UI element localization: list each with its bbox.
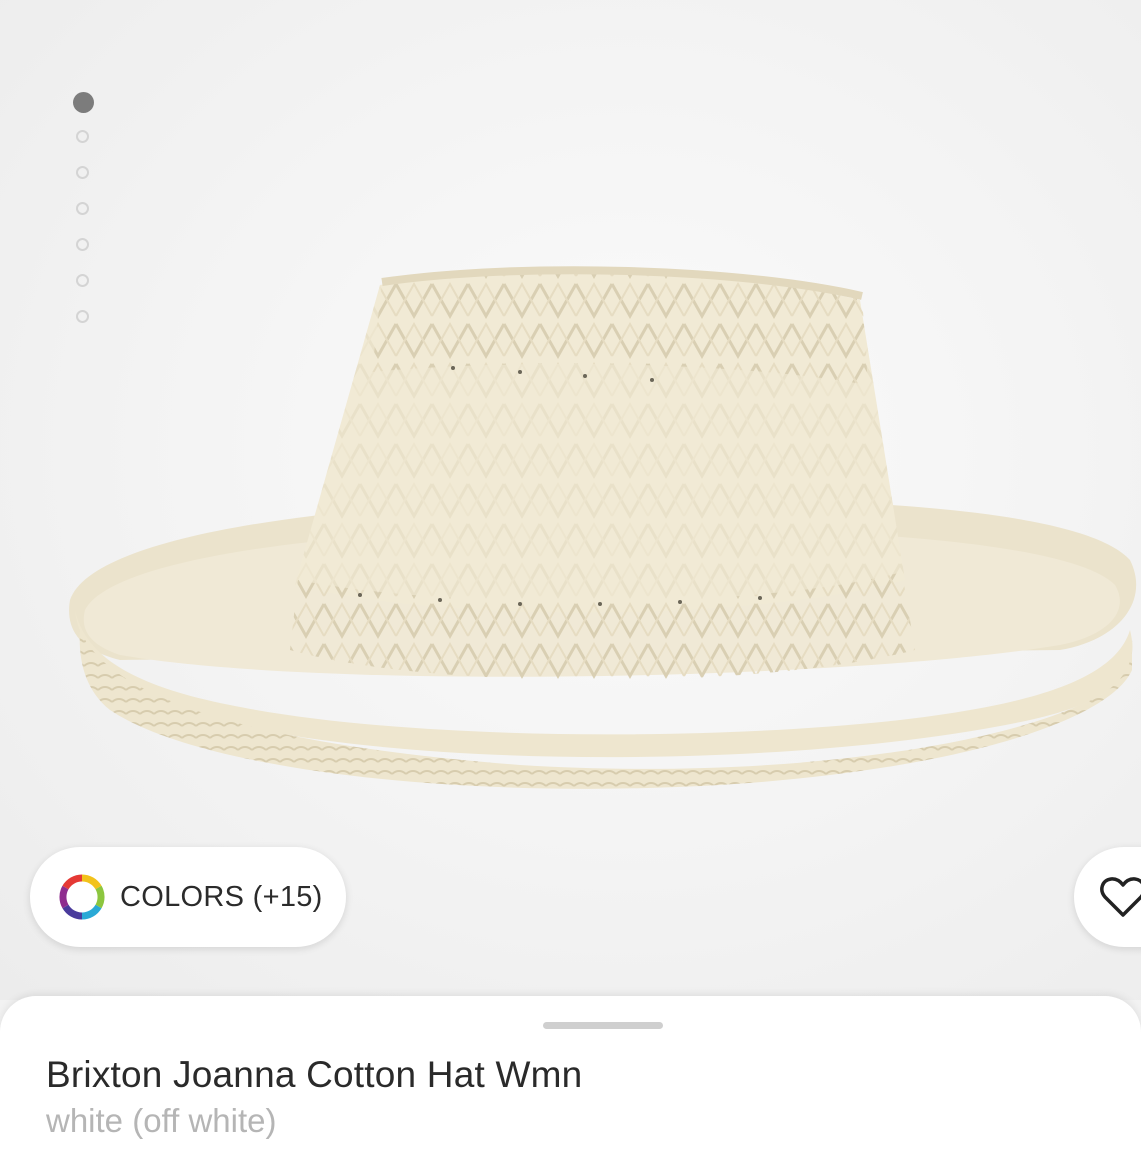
- carousel-dot[interactable]: [76, 166, 89, 179]
- product-info-sheet[interactable]: Brixton Joanna Cotton Hat Wmn white (off…: [0, 996, 1141, 1176]
- carousel-dot[interactable]: [76, 130, 89, 143]
- product-color: white (off white): [46, 1102, 277, 1139]
- carousel-dot[interactable]: [76, 310, 89, 323]
- heart-icon: [1100, 877, 1141, 917]
- carousel-dot[interactable]: [76, 274, 89, 287]
- product-image-gallery[interactable]: COLORS (+15): [0, 0, 1141, 1000]
- color-wheel-icon: [59, 874, 105, 920]
- carousel-dot-active[interactable]: [73, 92, 94, 113]
- carousel-dot[interactable]: [76, 202, 89, 215]
- drag-handle[interactable]: [543, 1022, 663, 1029]
- colors-button-label: COLORS (+15): [120, 880, 323, 913]
- carousel-dot[interactable]: [76, 238, 89, 251]
- product-title: Brixton Joanna Cotton Hat Wmn: [46, 1054, 583, 1095]
- colors-button[interactable]: COLORS (+15): [30, 847, 346, 947]
